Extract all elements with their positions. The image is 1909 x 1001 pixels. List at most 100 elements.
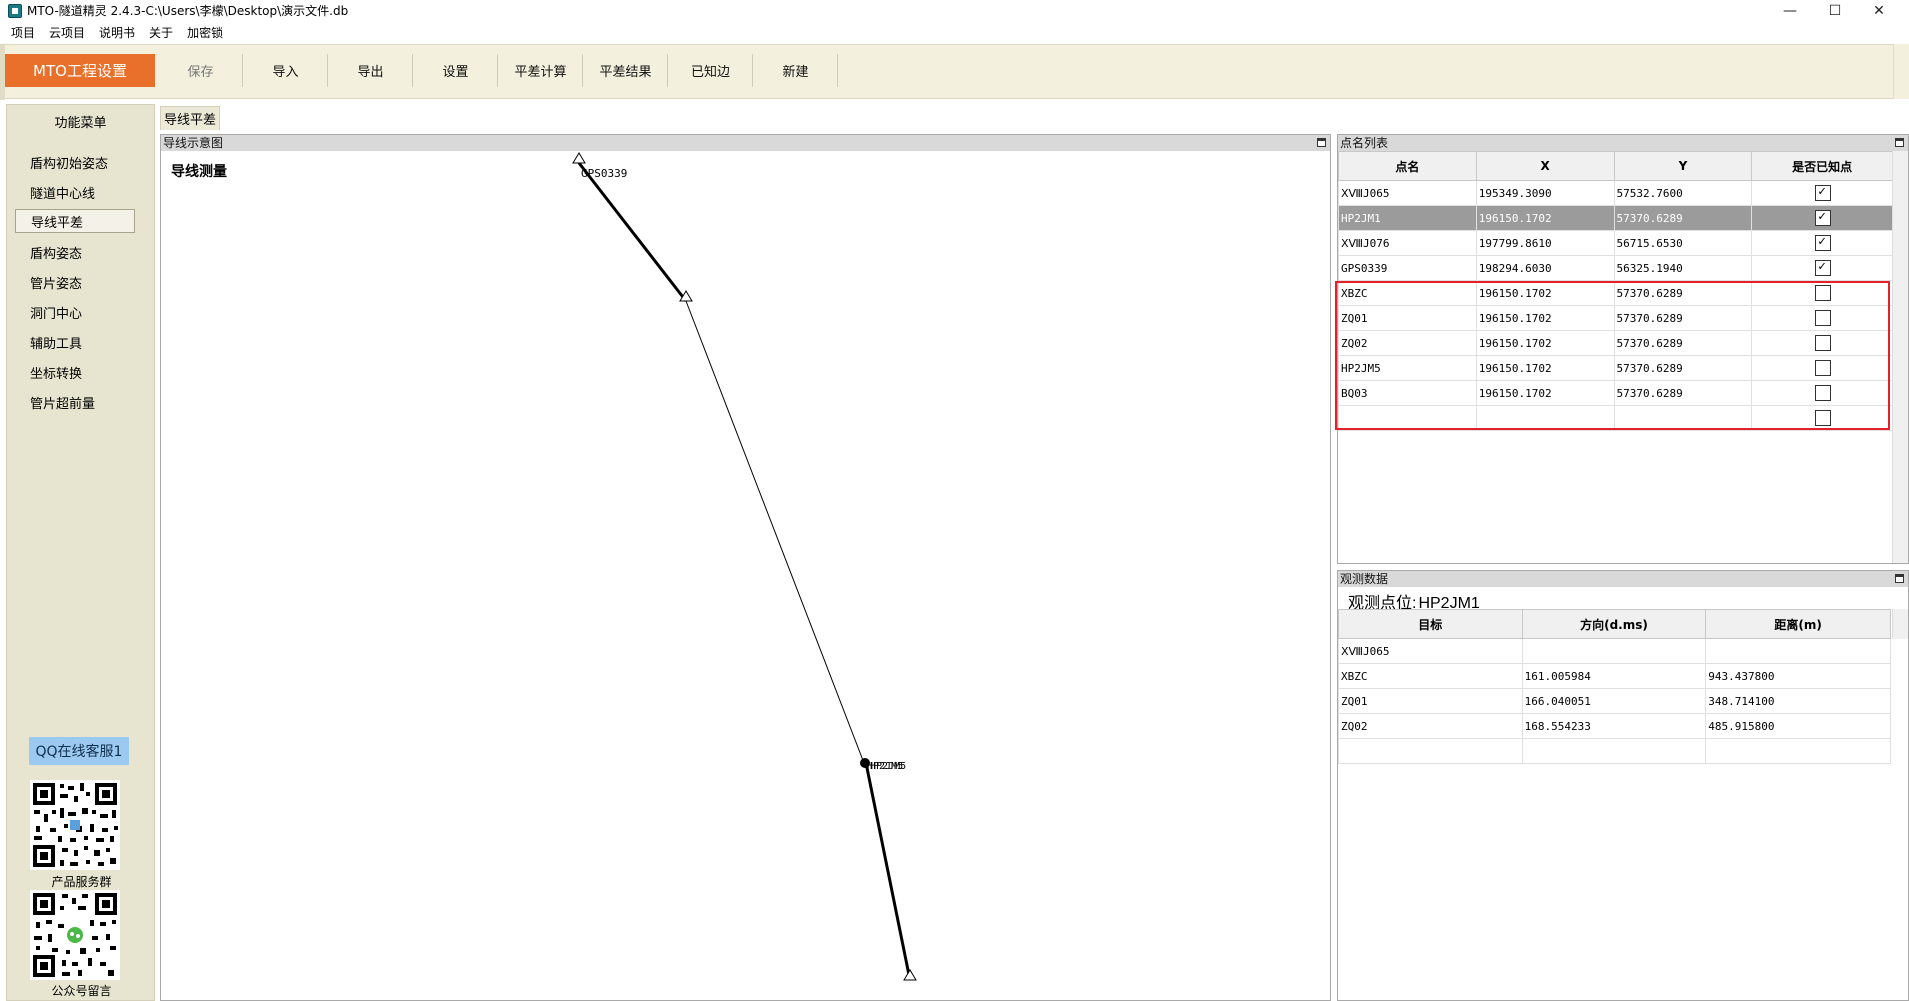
- known-checkbox[interactable]: [1815, 385, 1832, 401]
- cell-distance[interactable]: 348.714100: [1705, 688, 1891, 714]
- known-checkbox[interactable]: [1815, 259, 1832, 276]
- cell-direction[interactable]: 168.554233: [1521, 713, 1707, 739]
- cell-distance[interactable]: [1705, 638, 1891, 664]
- cell-name[interactable]: BQ03: [1338, 380, 1477, 406]
- known-edge-button[interactable]: 已知边: [669, 54, 753, 87]
- cell-x[interactable]: 196150.1702: [1475, 205, 1615, 231]
- point-list-scrollbar[interactable]: [1892, 151, 1908, 563]
- observation-scrollbar[interactable]: [1892, 609, 1908, 639]
- cell-distance[interactable]: 943.437800: [1705, 663, 1891, 689]
- toolbar-scrollbar[interactable]: [1893, 44, 1909, 99]
- menu-about[interactable]: 关于: [142, 24, 180, 41]
- known-checkbox[interactable]: [1815, 335, 1832, 351]
- column-header-known[interactable]: 是否已知点: [1751, 151, 1893, 181]
- cell-x[interactable]: 196150.1702: [1475, 305, 1615, 331]
- cell-y[interactable]: 57370.6289: [1613, 205, 1753, 231]
- minimize-button[interactable]: —: [1767, 0, 1813, 21]
- save-button[interactable]: 保存: [159, 54, 243, 87]
- cell-y[interactable]: [1613, 405, 1753, 431]
- panel-pin-icon[interactable]: [1895, 138, 1904, 147]
- cell-y[interactable]: 57370.6289: [1613, 280, 1753, 306]
- known-checkbox[interactable]: [1815, 285, 1832, 301]
- settings-button[interactable]: 设置: [414, 54, 498, 87]
- known-checkbox[interactable]: [1815, 184, 1832, 201]
- sidebar-item-coordinate-transform[interactable]: 坐标转换: [15, 360, 135, 384]
- panel-pin-icon[interactable]: [1895, 574, 1904, 583]
- cell-name[interactable]: GPS0339: [1338, 255, 1477, 281]
- cell-y[interactable]: 57532.7600: [1613, 180, 1753, 206]
- table-row[interactable]: ⅩⅧJ065 195349.3090 57532.7600: [1338, 180, 1893, 206]
- cell-name[interactable]: ⅩⅧJ076: [1338, 230, 1477, 256]
- table-row[interactable]: ZQ01 166.040051 348.714100: [1338, 688, 1891, 714]
- table-row[interactable]: GPS0339 198294.6030 56325.1940: [1338, 255, 1893, 281]
- sidebar-item-segment-attitude[interactable]: 管片姿态: [15, 270, 135, 294]
- column-header-distance[interactable]: 距离(m): [1705, 609, 1891, 639]
- table-row[interactable]: ⅩⅧJ076 197799.8610 56715.6530: [1338, 230, 1893, 256]
- table-row[interactable]: ⅩⅧJ065: [1338, 638, 1891, 664]
- column-header-direction[interactable]: 方向(d.ms): [1521, 609, 1707, 639]
- cell-target[interactable]: ZQ01: [1338, 688, 1523, 714]
- cell-name[interactable]: ZQ02: [1338, 330, 1477, 356]
- sidebar-item-tunnel-centerline[interactable]: 隧道中心线: [15, 180, 135, 204]
- cell-name[interactable]: ZQ01: [1338, 305, 1477, 331]
- cell-x[interactable]: 196150.1702: [1475, 380, 1615, 406]
- cell-x[interactable]: 197799.8610: [1475, 230, 1615, 256]
- cell-target[interactable]: [1338, 738, 1523, 764]
- cell-direction[interactable]: 161.005984: [1521, 663, 1707, 689]
- cell-name[interactable]: HP2JM5: [1338, 355, 1477, 381]
- sidebar-item-shield-attitude[interactable]: 盾构姿态: [15, 240, 135, 264]
- known-checkbox[interactable]: [1815, 209, 1832, 226]
- table-row[interactable]: XBZC 196150.1702 57370.6289: [1338, 280, 1893, 306]
- table-row[interactable]: ZQ02 196150.1702 57370.6289: [1338, 330, 1893, 356]
- cell-y[interactable]: 56715.6530: [1613, 230, 1753, 256]
- column-header-name[interactable]: 点名: [1338, 151, 1477, 181]
- traverse-diagram-canvas[interactable]: GPS0339 HP2JM5 HP2JM5: [161, 151, 1330, 1000]
- cell-target[interactable]: ZQ02: [1338, 713, 1523, 739]
- menu-manual[interactable]: 说明书: [92, 24, 142, 41]
- table-row[interactable]: HP2JM1 196150.1702 57370.6289: [1338, 205, 1893, 231]
- table-row[interactable]: ZQ02 168.554233 485.915800: [1338, 713, 1891, 739]
- cell-target[interactable]: ⅩⅧJ065: [1338, 638, 1523, 664]
- cell-x[interactable]: 196150.1702: [1475, 355, 1615, 381]
- column-header-x[interactable]: X: [1475, 151, 1615, 181]
- table-row[interactable]: XBZC 161.005984 943.437800: [1338, 663, 1891, 689]
- known-checkbox[interactable]: [1815, 410, 1832, 426]
- import-button[interactable]: 导入: [244, 54, 328, 87]
- cell-target[interactable]: XBZC: [1338, 663, 1523, 689]
- cell-name[interactable]: HP2JM1: [1338, 205, 1477, 231]
- cell-name[interactable]: ⅩⅧJ065: [1338, 180, 1477, 206]
- known-checkbox[interactable]: [1815, 234, 1832, 251]
- cell-direction[interactable]: [1521, 638, 1707, 664]
- cell-x[interactable]: 196150.1702: [1475, 330, 1615, 356]
- new-button[interactable]: 新建: [754, 54, 838, 87]
- table-row[interactable]: HP2JM5 196150.1702 57370.6289: [1338, 355, 1893, 381]
- close-button[interactable]: ✕: [1856, 0, 1902, 21]
- project-settings-button[interactable]: MTO工程设置: [5, 54, 155, 87]
- panel-pin-icon[interactable]: [1317, 138, 1326, 147]
- sidebar-item-segment-advance[interactable]: 管片超前量: [15, 390, 135, 414]
- column-header-target[interactable]: 目标: [1338, 609, 1523, 639]
- cell-name[interactable]: XBZC: [1338, 280, 1477, 306]
- cell-y[interactable]: 57370.6289: [1613, 305, 1753, 331]
- sidebar-item-traverse-adjustment[interactable]: 导线平差: [15, 209, 135, 233]
- known-checkbox[interactable]: [1815, 310, 1832, 326]
- maximize-button[interactable]: ☐: [1812, 0, 1858, 21]
- cell-y[interactable]: 57370.6289: [1613, 330, 1753, 356]
- table-row[interactable]: BQ03 196150.1702 57370.6289: [1338, 380, 1893, 406]
- cell-y[interactable]: 57370.6289: [1613, 380, 1753, 406]
- cell-x[interactable]: 196150.1702: [1475, 280, 1615, 306]
- tab-traverse-adjustment[interactable]: 导线平差: [160, 106, 220, 130]
- cell-distance[interactable]: 485.915800: [1705, 713, 1891, 739]
- sidebar-item-shield-initial-attitude[interactable]: 盾构初始姿态: [15, 150, 135, 174]
- menu-cloud-project[interactable]: 云项目: [42, 24, 92, 41]
- known-checkbox[interactable]: [1815, 360, 1832, 376]
- cell-name[interactable]: [1338, 405, 1477, 431]
- cell-x[interactable]: [1475, 405, 1615, 431]
- sidebar-item-aux-tools[interactable]: 辅助工具: [15, 330, 135, 354]
- sidebar-item-portal-center[interactable]: 洞门中心: [15, 300, 135, 324]
- cell-direction[interactable]: [1521, 738, 1707, 764]
- cell-distance[interactable]: [1705, 738, 1891, 764]
- cell-x[interactable]: 198294.6030: [1475, 255, 1615, 281]
- qq-service-button[interactable]: QQ在线客服1: [29, 737, 129, 765]
- table-row[interactable]: ZQ01 196150.1702 57370.6289: [1338, 305, 1893, 331]
